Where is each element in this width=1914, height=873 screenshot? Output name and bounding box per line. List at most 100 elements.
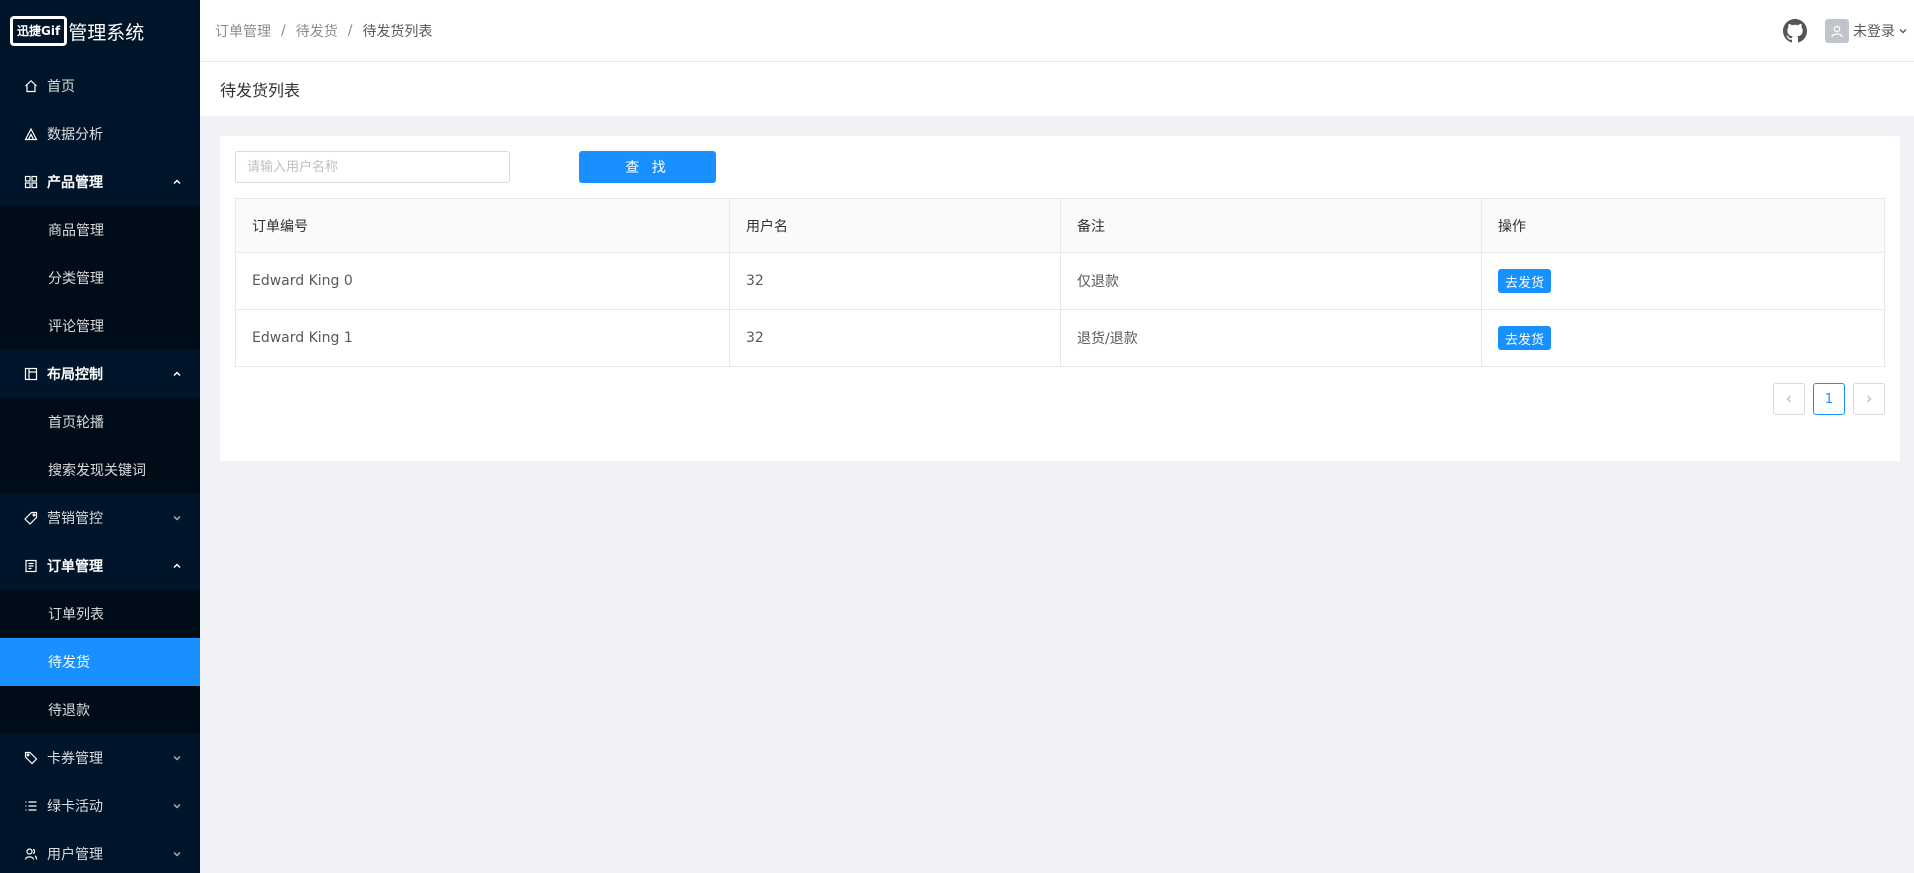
next-page-button[interactable] [1853,383,1885,415]
sidebar-item-label: 订单管理 [47,559,103,575]
sidebar-item-pending-refund[interactable]: 待退款 [0,686,200,734]
sidebar-item-label: 首页轮播 [48,415,104,431]
content-card: 查 找 订单编号 用户名 备注 操作 Edward King 0 32 仅退款 … [220,136,1900,461]
chart-icon [24,127,38,141]
sidebar-item-label: 评论管理 [48,319,104,335]
sidebar-item-order-management[interactable]: 订单管理 [0,542,200,590]
sidebar-item-label: 搜索发现关键词 [48,463,146,479]
sidebar-item-home-carousel[interactable]: 首页轮播 [0,398,200,446]
sidebar-item-user-management[interactable]: 用户管理 [0,830,200,873]
appstore-icon [24,175,38,189]
chevron-down-icon [173,803,181,809]
column-header-username: 用户名 [729,198,1061,253]
ship-button[interactable]: 去发货 [1498,326,1552,350]
tag-icon [24,511,38,525]
user-menu[interactable]: 未登录 [1825,19,1908,43]
cell-username: 32 [729,252,1061,310]
column-header-order-no: 订单编号 [235,198,730,253]
sidebar-item-label: 商品管理 [48,223,104,239]
github-icon[interactable] [1783,19,1807,43]
sidebar-item-label: 营销管控 [47,511,103,527]
table-row: Edward King 0 32 仅退款 去发货 [235,252,1885,310]
user-label: 未登录 [1853,24,1895,40]
table-row: Edward King 1 32 退货/退款 去发货 [235,309,1885,367]
sidebar-item-label: 待退款 [48,703,90,719]
cell-action: 去发货 [1481,309,1885,367]
order-icon [24,559,38,573]
sidebar-item-label: 数据分析 [47,127,103,143]
cell-order-no: Edward King 1 [235,309,730,367]
column-header-remark: 备注 [1060,198,1482,253]
prev-page-button[interactable] [1773,383,1805,415]
search-button[interactable]: 查 找 [579,151,716,183]
chevron-up-icon [173,563,181,569]
submenu-order: 订单列表 待发货 待退款 [0,590,200,734]
coupon-icon [24,751,38,765]
list-icon [24,799,38,813]
user-group-icon [24,847,38,861]
breadcrumb: 订单管理 / 待发货 / 待发货列表 [200,21,432,41]
chevron-up-icon [173,179,181,185]
logo-badge: 迅捷Gif [10,16,68,46]
cell-username: 32 [729,309,1061,367]
breadcrumb-current: 待发货列表 [362,23,433,40]
avatar [1825,19,1849,43]
sidebar-item-label: 卡券管理 [47,751,103,767]
search-input[interactable] [235,151,510,183]
breadcrumb-item[interactable]: 订单管理 [215,21,271,41]
breadcrumb-separator: / [347,22,353,39]
sidebar-item-goods[interactable]: 商品管理 [0,206,200,254]
pagination: 1 [1765,383,1885,415]
order-table: 订单编号 用户名 备注 操作 Edward King 0 32 仅退款 去发货 … [235,198,1885,367]
page-number-button[interactable]: 1 [1813,383,1845,415]
sidebar-item-order-list[interactable]: 订单列表 [0,590,200,638]
chevron-down-icon [173,851,181,857]
sidebar-item-coupon[interactable]: 卡券管理 [0,734,200,782]
chevron-down-icon [173,515,181,521]
column-header-action: 操作 [1481,198,1885,253]
home-icon [24,79,38,93]
ship-button[interactable]: 去发货 [1498,269,1552,293]
sidebar-item-label: 待发货 [48,655,90,671]
logo: 迅捷Gif 管理系统 [0,0,200,62]
cell-remark: 仅退款 [1060,252,1482,310]
table-header-row: 订单编号 用户名 备注 操作 [235,198,1885,253]
top-header: 订单管理 / 待发货 / 待发货列表 未登录 [200,0,1914,62]
sidebar-item-layout-control[interactable]: 布局控制 [0,350,200,398]
sidebar-item-category[interactable]: 分类管理 [0,254,200,302]
layout-icon [24,367,38,381]
chevron-right-icon [1867,395,1872,403]
sidebar-item-label: 布局控制 [47,367,103,383]
header-actions: 未登录 [1783,0,1914,62]
sidebar-item-search-keywords[interactable]: 搜索发现关键词 [0,446,200,494]
search-bar: 查 找 [235,151,716,183]
cell-remark: 退货/退款 [1060,309,1482,367]
sidebar-item-label: 首页 [47,79,75,95]
app-title: 管理系统 [68,21,145,44]
breadcrumb-separator: / [281,22,286,39]
sidebar-item-home[interactable]: 首页 [0,62,200,110]
sidebar-item-label: 绿卡活动 [47,799,103,815]
sidebar-item-product-management[interactable]: 产品管理 [0,158,200,206]
submenu-layout: 首页轮播 搜索发现关键词 [0,398,200,494]
sidebar-item-label: 产品管理 [47,175,103,191]
chevron-down-icon [1899,29,1907,34]
sidebar-item-data-analysis[interactable]: 数据分析 [0,110,200,158]
chevron-up-icon [173,371,181,377]
sidebar-item-pending-shipment[interactable]: 待发货 [0,638,200,686]
page-title-bar: 待发货列表 [200,62,1914,116]
chevron-left-icon [1786,395,1791,403]
page-title: 待发货列表 [220,81,301,100]
cell-action: 去发货 [1481,252,1885,310]
breadcrumb-item[interactable]: 待发货 [296,21,338,41]
submenu-product: 商品管理 分类管理 评论管理 [0,206,200,350]
chevron-down-icon [173,755,181,761]
sidebar-item-label: 订单列表 [48,607,104,623]
sidebar-item-green-card[interactable]: 绿卡活动 [0,782,200,830]
sidebar-item-label: 分类管理 [48,271,104,287]
sidebar-item-marketing[interactable]: 营销管控 [0,494,200,542]
sidebar-item-comments[interactable]: 评论管理 [0,302,200,350]
cell-order-no: Edward King 0 [235,252,730,310]
sidebar-item-label: 用户管理 [47,847,103,863]
sidebar: 迅捷Gif 管理系统 首页 数据分析 产品管理 商品管理 分类管理 评论管理 布… [0,0,200,873]
